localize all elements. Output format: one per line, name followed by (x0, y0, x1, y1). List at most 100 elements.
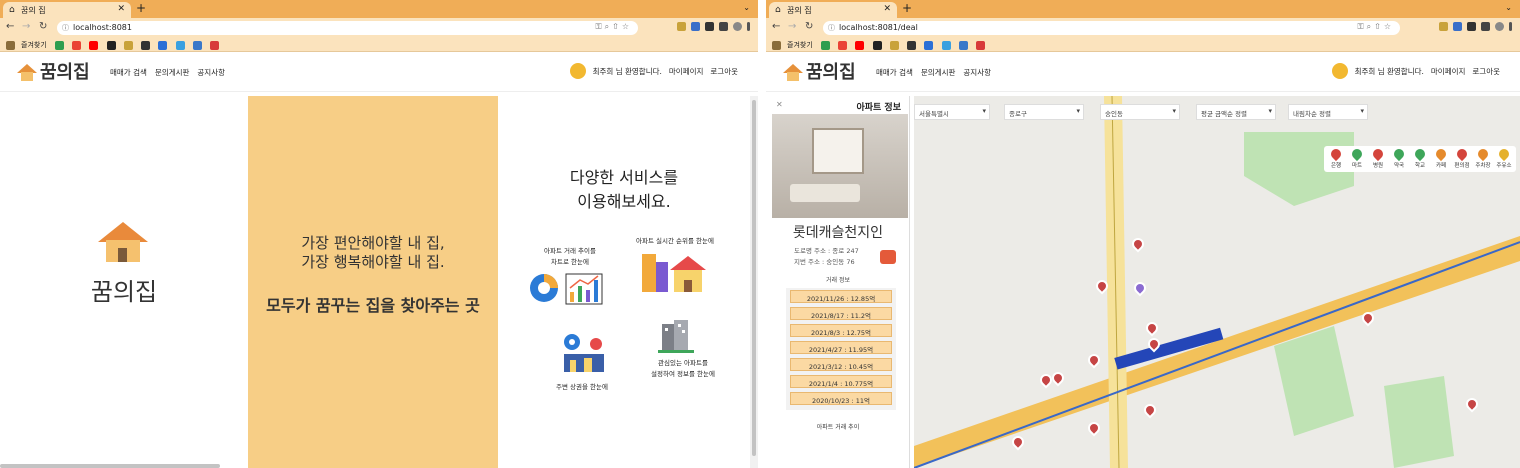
extension-icon[interactable] (1453, 22, 1462, 31)
omnibox-actions-icon[interactable]: ⚿⌕⇧☆ (1358, 22, 1394, 32)
deal-item[interactable]: 2021/4/27 : 11.95억 (790, 341, 892, 354)
forward-icon[interactable]: → (788, 21, 796, 32)
bookmark-icon[interactable] (175, 40, 185, 50)
bookmark-icon[interactable] (210, 40, 220, 50)
bookmark-icon[interactable] (924, 40, 934, 50)
mypage-link[interactable]: 마이페이지 (669, 66, 704, 77)
bookmarks-label[interactable]: 즐겨찾기 (21, 41, 47, 49)
tab-home[interactable]: ⌂ 꿈의 집 ✕ (3, 2, 131, 18)
youtube-icon[interactable] (855, 40, 865, 50)
bookmark-icon[interactable] (907, 40, 917, 50)
menu-qna-board[interactable]: 문의게시판 (921, 67, 956, 78)
slogan-line-2: 가장 행복해야할 내 집. (301, 253, 445, 271)
reload-icon[interactable]: ↻ (39, 21, 47, 32)
menu-price-search[interactable]: 매매가 검색 (110, 67, 147, 78)
menu-icon[interactable] (747, 22, 750, 31)
deal-list[interactable]: 2021/11/26 : 12.85억 2021/8/17 : 11.2억 20… (786, 288, 896, 410)
category-school[interactable]: 학교 (1411, 146, 1429, 170)
category-parking[interactable]: 주차장 (1474, 146, 1492, 170)
category-hospital[interactable]: 병원 (1369, 146, 1387, 170)
menu-notice[interactable]: 공지사항 (197, 67, 225, 78)
extension-icon[interactable] (691, 22, 700, 31)
bookmark-icon[interactable] (158, 40, 168, 50)
deal-item[interactable]: 2021/11/26 : 12.85억 (790, 290, 892, 303)
hospital-marker-icon (1370, 146, 1386, 162)
profile-icon[interactable] (1495, 22, 1504, 31)
bookmark-icon[interactable] (55, 40, 64, 50)
puzzle-icon[interactable] (1467, 22, 1476, 31)
menu-icon[interactable] (1509, 22, 1512, 31)
category-bank[interactable]: 은행 (1327, 146, 1345, 170)
deal-item[interactable]: 2021/8/3 : 12.75억 (790, 324, 892, 337)
bookmark-icon[interactable] (123, 40, 133, 50)
chevron-down-icon[interactable]: ⌄ (743, 3, 750, 12)
address-bar[interactable]: ⓘ localhost:8081 ⚿⌕⇧☆ (57, 21, 638, 35)
site-logo[interactable]: 꿈의집 (16, 58, 90, 84)
user-area: 최주희 님 환영합니다. 마이페이지 로그아웃 (1331, 63, 1500, 79)
forward-icon[interactable]: → (22, 21, 30, 32)
bookmark-icon[interactable] (141, 40, 151, 50)
close-tab-icon[interactable]: ✕ (883, 4, 891, 14)
sidebar-icon[interactable] (719, 22, 728, 31)
puzzle-icon[interactable] (705, 22, 714, 31)
deal-item[interactable]: 2021/3/12 : 10.45억 (790, 358, 892, 371)
menu-price-search[interactable]: 매매가 검색 (876, 67, 913, 78)
bookmark-icon[interactable] (889, 40, 899, 50)
github-icon[interactable] (106, 40, 116, 50)
category-mart[interactable]: 마트 (1348, 146, 1366, 170)
sidebar-icon[interactable] (1481, 22, 1490, 31)
bookmark-icon[interactable] (941, 40, 951, 50)
menu-notice[interactable]: 공지사항 (963, 67, 991, 78)
mart-marker-icon (1349, 146, 1365, 162)
slogan-main: 모두가 꿈꾸는 집을 찾아주는 곳 (266, 296, 480, 315)
google-icon[interactable] (838, 40, 848, 50)
logout-link[interactable]: 로그아웃 (710, 66, 738, 77)
deal-item[interactable]: 2021/8/17 : 11.2억 (790, 307, 892, 320)
category-bar: 은행 마트 병원 약국 학교 카페 편의점 주차장 주유소 (1324, 146, 1516, 172)
close-panel-icon[interactable]: ✕ (776, 100, 783, 109)
tab-deal[interactable]: ⌂ 꿈의 집 ✕ (769, 2, 897, 18)
category-pharmacy[interactable]: 약국 (1390, 146, 1408, 170)
mypage-link[interactable]: 마이페이지 (1431, 66, 1466, 77)
back-icon[interactable]: ← (772, 21, 780, 32)
bookmarks-label[interactable]: 즐겨찾기 (787, 41, 813, 49)
chevron-down-icon[interactable]: ⌄ (1505, 3, 1512, 12)
address-bar[interactable]: ⓘ localhost:8081/deal ⚿⌕⇧☆ (823, 21, 1400, 35)
close-tab-icon[interactable]: ✕ (117, 4, 125, 14)
deal-item[interactable]: 2020/10/23 : 11억 (790, 392, 892, 405)
extension-icon[interactable] (677, 22, 686, 31)
district-select[interactable]: 종로구 (1004, 104, 1084, 120)
horizontal-scrollbar[interactable] (0, 464, 220, 468)
google-icon[interactable] (72, 40, 82, 50)
jibun-address: 지번 주소 : 숭인동 76 (794, 258, 855, 266)
reload-icon[interactable]: ↻ (805, 21, 813, 32)
folder-icon (772, 40, 781, 50)
profile-icon[interactable] (733, 22, 742, 31)
back-icon[interactable]: ← (6, 21, 14, 32)
youtube-icon[interactable] (89, 40, 99, 50)
bookmark-icon[interactable] (958, 40, 968, 50)
bookmark-icon[interactable] (192, 40, 202, 50)
vertical-scrollbar[interactable] (750, 96, 758, 468)
logout-link[interactable]: 로그아웃 (1472, 66, 1500, 77)
deal-item[interactable]: 2021/1/4 : 10.775억 (790, 375, 892, 388)
new-tab-icon[interactable]: + (902, 1, 912, 15)
category-gas[interactable]: 주유소 (1495, 146, 1513, 170)
city-select[interactable]: 서울특별시 (914, 104, 990, 120)
sort-field-select[interactable]: 평균 금액순 정렬 (1196, 104, 1276, 120)
menu-qna-board[interactable]: 문의게시판 (155, 67, 190, 78)
extension-icon[interactable] (1439, 22, 1448, 31)
favorite-heart-icon[interactable] (880, 250, 896, 264)
address-row: ← → ↻ ⓘ localhost:8081/deal ⚿⌕⇧☆ (766, 18, 1520, 38)
github-icon[interactable] (872, 40, 882, 50)
omnibox-actions-icon[interactable]: ⚿⌕⇧☆ (596, 22, 632, 32)
bookmark-icon[interactable] (821, 40, 830, 50)
category-convenience[interactable]: 편의점 (1453, 146, 1471, 170)
sort-order-select[interactable]: 내림차순 정렬 (1288, 104, 1368, 120)
bank-marker-icon (1328, 146, 1344, 162)
site-logo[interactable]: 꿈의집 (782, 58, 856, 84)
bookmark-icon[interactable] (976, 40, 986, 50)
category-cafe[interactable]: 카페 (1432, 146, 1450, 170)
dong-select[interactable]: 숭인동 (1100, 104, 1180, 120)
new-tab-icon[interactable]: + (136, 1, 146, 15)
